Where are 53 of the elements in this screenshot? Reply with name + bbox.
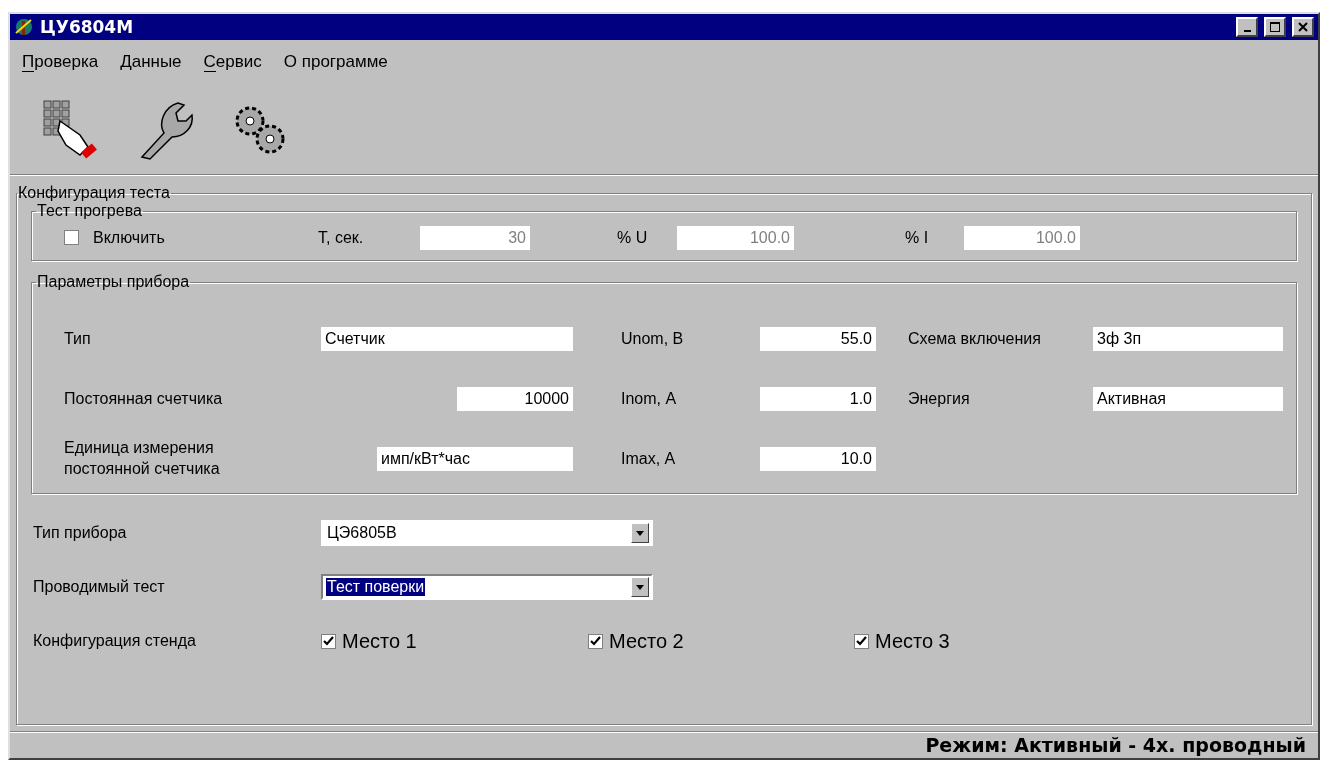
field-label: Тип прибора [33,522,128,543]
field-label: Схема включения [908,328,1041,349]
menu-item[interactable]: Проверка [22,52,99,78]
group-title: Параметры прибора [36,273,191,291]
checkbox[interactable] [854,633,869,649]
input-field[interactable]: имп/кВт*час [377,447,573,471]
field-label: Единица измерения постоянной счетчика [64,438,220,479]
input-field[interactable]: 10.0 [760,447,876,471]
menu-item[interactable]: О программе [283,52,388,78]
checkbox[interactable] [321,633,336,649]
dropdown-arrow-icon [636,584,644,590]
field-label: Постоянная счетчика [64,388,223,409]
menu-item[interactable]: Данные [120,52,182,78]
minimize-button[interactable] [1236,17,1258,37]
dropdown[interactable]: ЦЭ6805В [321,520,653,546]
checkbox[interactable] [64,230,79,246]
menu-item[interactable]: Сервис [203,52,262,78]
input-field[interactable]: 3ф 3п [1093,327,1283,351]
close-button[interactable] [1292,17,1314,37]
field-label: Тип [64,328,91,349]
maximize-button[interactable] [1264,17,1286,37]
field-label: Конфигурация стенда [33,630,197,651]
status-text: Режим: Активный - 4х. проводный [925,734,1306,756]
input-field[interactable]: 55.0 [760,327,876,351]
field-label: T, сек. [318,227,364,248]
field-label: Inom, А [621,388,677,409]
field-label: Unom, В [621,328,684,349]
maximize-icon [1270,22,1280,32]
checkbox-label: Место 3 [875,629,950,654]
check-icon [856,635,867,647]
check-icon [590,635,601,647]
checkbox[interactable] [588,633,603,649]
input-field[interactable]: Активная [1093,387,1283,411]
checkbox-label: Включить [93,227,165,248]
input-field[interactable]: 1.0 [760,387,876,411]
field-label: Imax, А [621,448,676,469]
close-icon [1298,22,1308,32]
check-icon [323,635,334,647]
field-label: Проводимый тест [33,576,166,597]
field-label: % U [617,227,648,248]
checkbox-label: Место 2 [609,629,684,654]
input-field[interactable]: Счетчик [321,327,573,351]
field-label: Энергия [908,388,970,409]
minimize-icon [1243,30,1251,32]
checkbox-label: Место 1 [342,629,417,654]
app-logo-icon [14,17,34,37]
group-title: Тест прогрева [36,202,143,220]
dropdown-arrow-icon [636,530,644,536]
field-label: % I [905,227,929,248]
input-field[interactable]: 10000 [457,387,573,411]
window-title: ЦУ6804М [40,17,135,37]
dropdown[interactable]: Тест поверки [321,574,653,600]
group-title: Конфигурация теста [17,184,171,202]
